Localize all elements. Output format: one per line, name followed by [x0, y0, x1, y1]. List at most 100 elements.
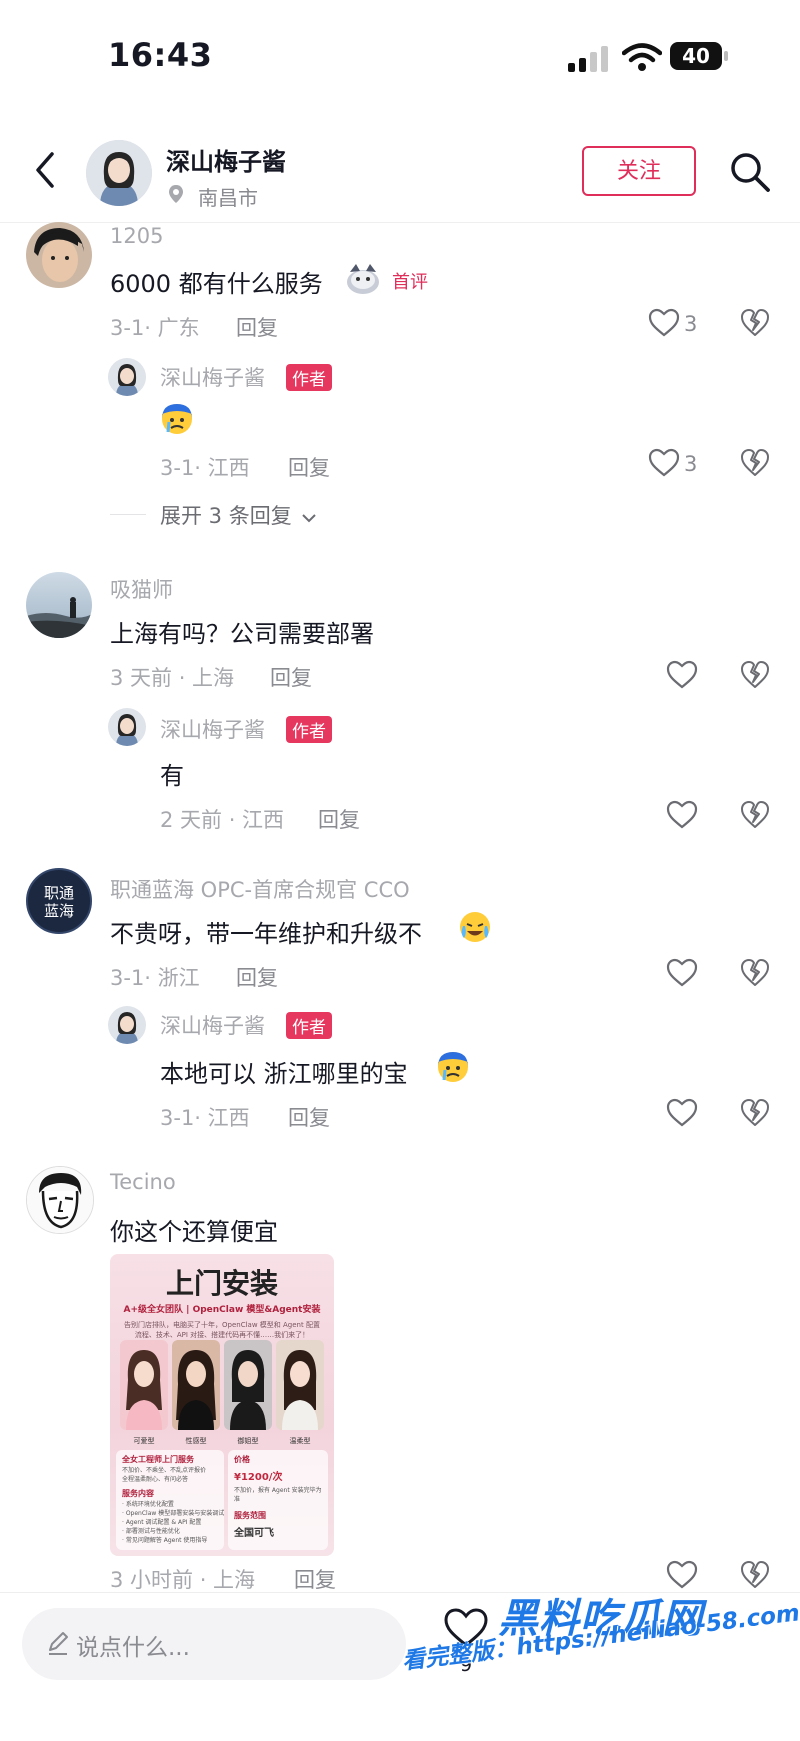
reply-button[interactable]: 回复 — [318, 804, 360, 834]
reply-button[interactable]: 回复 — [288, 452, 330, 482]
reply-button[interactable]: 回复 — [236, 962, 278, 992]
model-photo — [172, 1340, 220, 1430]
commenter-name[interactable]: 1205 — [110, 224, 163, 248]
commenter-avatar[interactable]: 职通 蓝海 — [26, 868, 92, 934]
chevron-down-icon — [302, 514, 317, 523]
content-line: · OpenClaw 模型部署安装与安装调试 — [122, 1510, 225, 1517]
commenter-name[interactable]: Tecino — [110, 1170, 176, 1194]
author-badge: 作者 — [286, 1012, 332, 1039]
wifi-icon — [622, 43, 662, 71]
model-type-label: 可爱型 — [133, 1437, 155, 1445]
image-title: 上门安装 — [165, 1267, 278, 1300]
range-title: 服务范围 — [234, 1511, 266, 1520]
reply-button[interactable]: 回复 — [236, 312, 278, 342]
like-heart-icon[interactable] — [666, 958, 698, 988]
model-type-label: 御姐型 — [237, 1437, 259, 1445]
dislike-broken-heart-icon[interactable] — [740, 800, 770, 830]
dislike-broken-heart-icon[interactable] — [740, 1560, 770, 1590]
comment-text: 上海有吗？公司需要部署 — [110, 620, 374, 648]
reply-avatar[interactable] — [108, 358, 146, 396]
battery-indicator: 40 — [670, 42, 728, 70]
avatar-text: 蓝海 — [43, 902, 74, 920]
reply-author-name[interactable]: 深山梅子酱 — [160, 714, 265, 744]
content-title: 服务内容 — [122, 1489, 154, 1498]
commenter-name[interactable]: 吸猫师 — [110, 574, 173, 604]
like-heart-icon[interactable] — [666, 660, 698, 690]
content-line: · 部署测试与性能优化 — [122, 1528, 180, 1535]
reply-meta: 3-1· 江西 — [160, 456, 250, 480]
cellular-signal-icon — [568, 46, 612, 72]
comment-text: 你这个还算便宜 — [110, 1218, 278, 1246]
dislike-broken-heart-icon[interactable] — [740, 308, 770, 338]
like-heart-icon[interactable] — [648, 308, 680, 338]
search-icon[interactable] — [728, 150, 772, 194]
reply-meta: 2 天前 · 江西 — [160, 808, 285, 832]
model-photo — [276, 1340, 324, 1430]
pencil-icon — [49, 1632, 68, 1655]
service-line: 不加价、不乘坐、不乱点评报价 — [122, 1467, 207, 1474]
price-title: 价格 — [234, 1455, 250, 1464]
like-heart-icon[interactable] — [666, 800, 698, 830]
comment-meta: 3 天前 · 上海 — [110, 666, 235, 690]
model-photo — [224, 1340, 272, 1430]
image-description: 告别门店排队，电脑买了十年，OpenClaw 模型和 Agent 配置 流程、技… — [124, 1321, 320, 1339]
reply-text: 本地可以 浙江哪里的宝 — [160, 1060, 408, 1088]
like-count: 3 — [684, 452, 698, 476]
comment-meta: 3 小时前 · 上海 — [110, 1568, 256, 1592]
reply-button[interactable]: 回复 — [294, 1564, 336, 1594]
profile-location: 南昌市 — [198, 186, 258, 210]
location-pin-icon — [169, 185, 183, 203]
dislike-broken-heart-icon[interactable] — [740, 958, 770, 988]
content-line: · 常见问题解答 Agent 使用指导 — [122, 1537, 208, 1544]
like-heart-icon[interactable] — [648, 448, 680, 478]
comment-text: 6000 都有什么服务 — [110, 270, 323, 298]
comment-image[interactable]: 上门安装 A+级全女团队 | OpenClaw 模型&Agent安装 告别门店排… — [110, 1254, 334, 1556]
image-subtitle: A+级全女团队 | OpenClaw 模型&Agent安装 — [123, 1305, 321, 1315]
commenter-avatar[interactable] — [26, 222, 92, 288]
service-title: 全女工程师上门服务 — [122, 1455, 194, 1464]
back-icon[interactable] — [30, 150, 60, 190]
like-heart-icon[interactable] — [666, 1098, 698, 1128]
dislike-broken-heart-icon[interactable] — [740, 660, 770, 690]
commenter-avatar[interactable] — [26, 1166, 94, 1234]
comment-input-placeholder[interactable]: 说点什么... — [76, 1628, 190, 1662]
reply-author-name[interactable]: 深山梅子酱 — [160, 1010, 265, 1040]
reply-button[interactable]: 回复 — [288, 1102, 330, 1132]
range-value: 全国可飞 — [234, 1528, 274, 1539]
comment-text: 不贵呀，带一年维护和升级不 — [110, 920, 422, 948]
reply-avatar[interactable] — [108, 708, 146, 746]
reply-text: 有 — [160, 762, 184, 790]
first-comment-tag: 首评 — [392, 272, 428, 293]
like-count: 3 — [684, 312, 698, 336]
follow-button[interactable]: 关注 — [582, 146, 696, 196]
expand-replies-label: 展开 3 条回复 — [160, 504, 292, 528]
header-divider — [0, 222, 800, 223]
shrug-sticker-icon — [347, 264, 379, 294]
profile-name[interactable]: 深山梅子酱 — [166, 142, 286, 177]
avatar-text: 职通 — [43, 884, 74, 902]
reply-meta: 3-1· 江西 — [160, 1106, 250, 1130]
price-note: 不加价，报有 Agent 安装完毕为准 — [234, 1487, 322, 1503]
profile-avatar[interactable] — [86, 140, 152, 206]
comment-meta: 3-1· 广东 — [110, 316, 200, 340]
content-line: · 系统环境优化配置 — [122, 1501, 174, 1508]
price-value: ¥1200/次 — [234, 1472, 283, 1483]
dislike-broken-heart-icon[interactable] — [740, 448, 770, 478]
comment-meta: 3-1· 浙江 — [110, 966, 200, 990]
expand-divider — [110, 514, 146, 515]
reply-button[interactable]: 回复 — [270, 662, 312, 692]
dislike-broken-heart-icon[interactable] — [740, 1098, 770, 1128]
crying-face-emoji-icon — [162, 404, 192, 434]
model-photo — [120, 1340, 168, 1430]
expand-replies-button[interactable]: 展开 3 条回复 — [160, 500, 317, 530]
commenter-avatar[interactable] — [26, 572, 92, 638]
author-badge: 作者 — [286, 364, 332, 391]
model-type-label: 温柔型 — [289, 1437, 311, 1445]
reply-avatar[interactable] — [108, 1006, 146, 1044]
commenter-name[interactable]: 职通蓝海 OPC-首席合规官 CCO — [110, 874, 410, 904]
reply-author-name[interactable]: 深山梅子酱 — [160, 362, 265, 392]
content-line: · Agent 调试配置 & API 配置 — [122, 1519, 202, 1526]
author-badge: 作者 — [286, 716, 332, 743]
service-line: 全程温柔耐心、有问必答 — [122, 1476, 189, 1483]
status-time: 16:43 — [108, 36, 213, 74]
